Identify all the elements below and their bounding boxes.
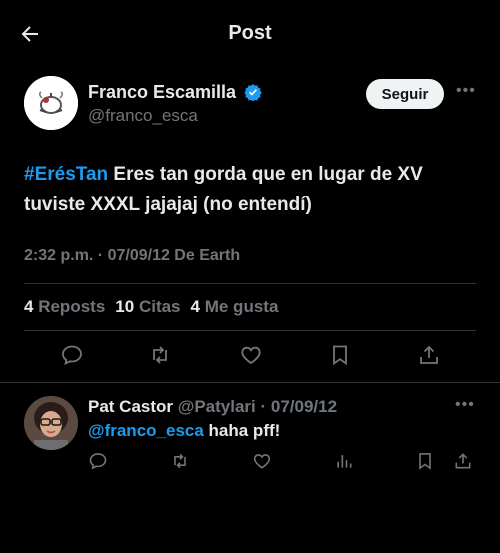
reply-actions: [0, 450, 500, 472]
avatar-image: [24, 396, 78, 450]
more-options-icon[interactable]: •••: [455, 396, 475, 414]
like-button[interactable]: [238, 342, 264, 368]
reply-item[interactable]: Pat Castor @Patylari · 07/09/12 ••• @fra…: [0, 384, 500, 484]
reply-body: haha pff!: [203, 421, 281, 440]
reply-icon: [62, 345, 82, 366]
reposts-label: Reposts: [38, 297, 106, 316]
like-icon: [241, 346, 261, 365]
more-options-icon[interactable]: •••: [456, 82, 476, 100]
reply-button[interactable]: [87, 450, 109, 472]
hashtag-link[interactable]: #ErésTan: [24, 164, 108, 185]
views-icon: [337, 455, 352, 468]
post-text: #ErésTan Eres tan gorda que en lugar de …: [24, 160, 476, 220]
share-icon: [420, 345, 438, 364]
author-name-text[interactable]: Franco Escamilla: [88, 82, 236, 102]
repost-button[interactable]: [169, 450, 191, 472]
share-icon: [455, 453, 471, 469]
engagement-stats: 4 Reposts 10 Citas 4 Me gusta: [24, 297, 278, 317]
like-button[interactable]: [251, 450, 273, 472]
mention-link[interactable]: @franco_esca: [88, 421, 204, 440]
post-actions: [0, 342, 500, 370]
views-button[interactable]: [333, 450, 355, 472]
like-icon: [253, 454, 271, 469]
divider: [24, 283, 476, 284]
post-timestamp[interactable]: 2:32 p.m. · 07/09/12 De Earth: [24, 247, 240, 265]
reply-author-name[interactable]: Pat Castor: [88, 397, 173, 416]
author-name[interactable]: Franco Escamilla: [88, 82, 262, 103]
repost-button[interactable]: [147, 342, 173, 368]
share-button[interactable]: [416, 342, 442, 368]
author-handle[interactable]: @franco_esca: [88, 106, 198, 126]
bookmark-icon: [333, 345, 347, 366]
avatar[interactable]: [24, 76, 78, 130]
quotes-count: 10: [115, 297, 135, 316]
share-button[interactable]: [452, 450, 474, 472]
bookmark-button[interactable]: [414, 450, 436, 472]
top-bar: Post: [0, 0, 500, 68]
avatar[interactable]: [24, 396, 78, 450]
likes-stat[interactable]: 4 Me gusta: [191, 297, 279, 317]
reposts-stat[interactable]: 4 Reposts: [24, 297, 105, 317]
verified-badge-icon: [244, 83, 262, 102]
divider: [24, 330, 476, 331]
reply-header: Pat Castor @Patylari · 07/09/12: [88, 397, 337, 417]
reposts-count: 4: [24, 297, 34, 316]
page-title: Post: [228, 22, 272, 44]
repost-icon: [174, 453, 186, 469]
quotes-stat[interactable]: 10 Citas: [115, 297, 180, 317]
avatar-image: [24, 76, 78, 130]
reply-icon: [89, 453, 107, 470]
reply-handle-date[interactable]: @Patylari · 07/09/12: [173, 397, 337, 416]
divider: [0, 382, 500, 383]
bookmark-icon: [419, 453, 431, 470]
likes-label: Me gusta: [204, 297, 279, 316]
post-author: Franco Escamilla @franco_esca Seguir •••: [24, 76, 484, 132]
reply-button[interactable]: [59, 342, 85, 368]
quotes-label: Citas: [138, 297, 181, 316]
likes-count: 4: [190, 297, 200, 316]
reply-text: @franco_esca haha pff!: [88, 421, 280, 441]
follow-button[interactable]: Seguir: [366, 79, 444, 109]
repost-icon: [153, 346, 167, 364]
bookmark-button[interactable]: [327, 342, 353, 368]
